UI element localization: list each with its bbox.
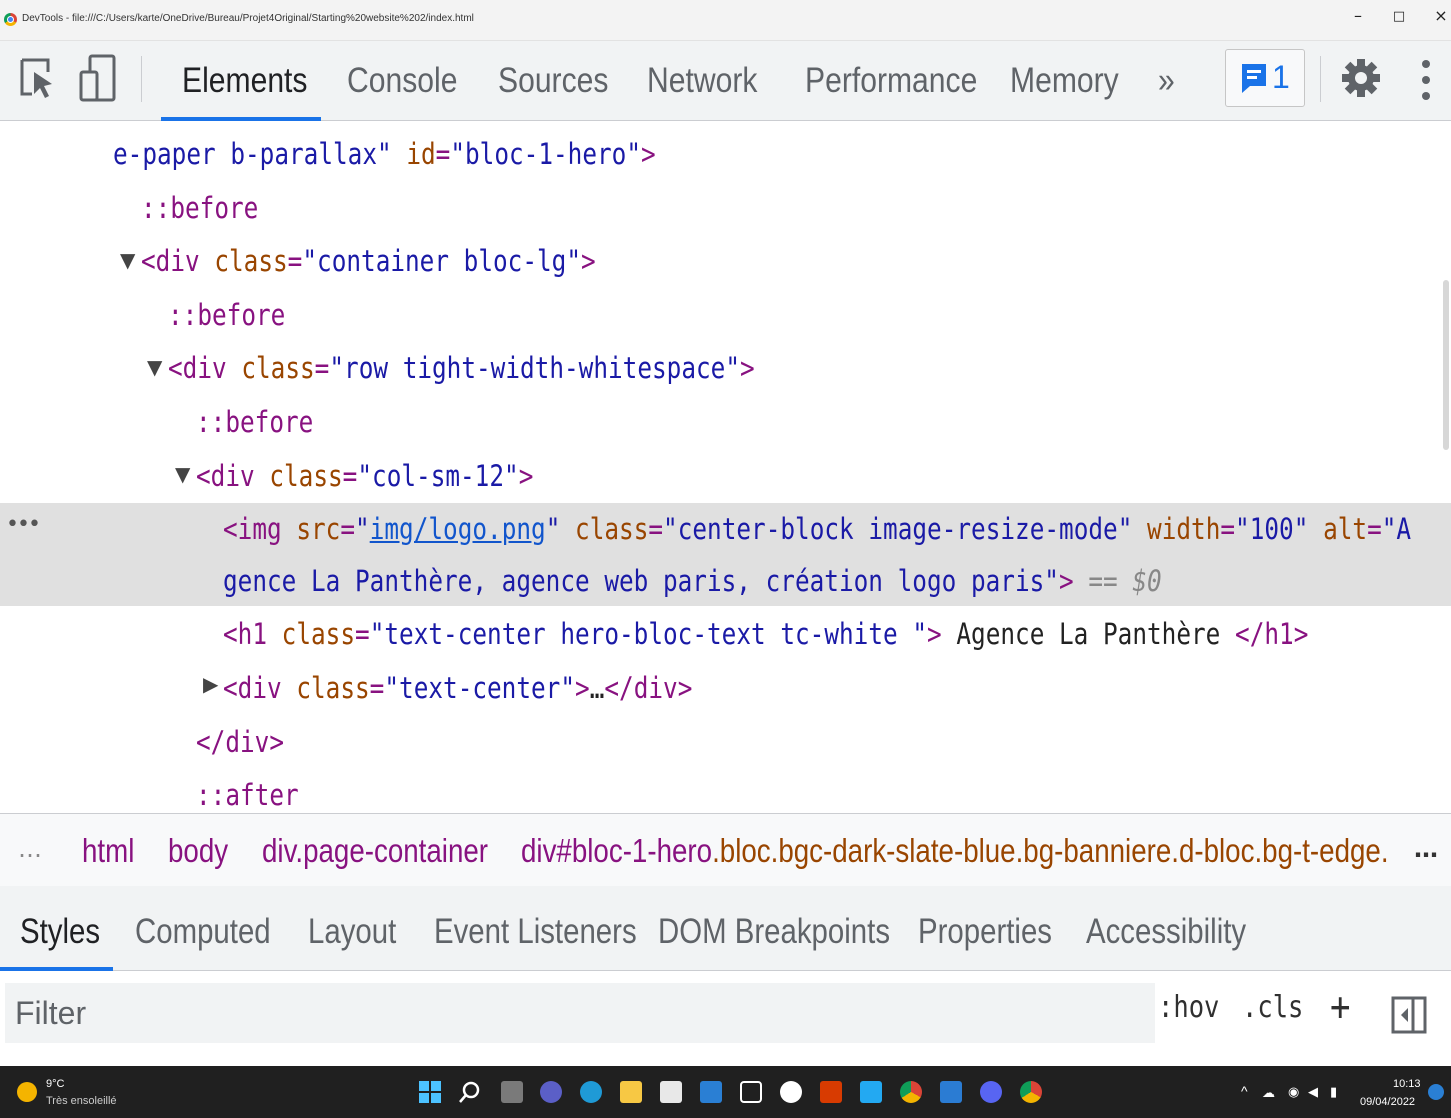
active-tab-indicator bbox=[161, 117, 321, 121]
minimize-button[interactable]: – bbox=[1343, 6, 1373, 25]
clock-date[interactable]: 09/04/2022 bbox=[1360, 1096, 1415, 1108]
windows-start-icon[interactable] bbox=[418, 1080, 442, 1104]
tab-performance[interactable]: Performance bbox=[805, 41, 977, 120]
tab-elements[interactable]: Elements bbox=[182, 41, 307, 120]
selected-node-marker: == $0 bbox=[1088, 564, 1162, 598]
chrome-logo-icon bbox=[4, 13, 17, 26]
inspect-element-icon[interactable] bbox=[18, 54, 58, 104]
onedrive-icon[interactable]: ☁ bbox=[1262, 1085, 1275, 1101]
breadcrumb-item-body[interactable]: body bbox=[168, 813, 228, 885]
tray-chevron-icon[interactable]: ^ bbox=[1241, 1083, 1248, 1099]
img-src-link[interactable]: img/logo.png bbox=[370, 512, 546, 546]
node-actions-icon[interactable]: ••• bbox=[6, 512, 41, 537]
device-toolbar-icon[interactable] bbox=[78, 54, 118, 104]
dom-line-h1[interactable]: <h1 class="text-center hero-bloc-text tc… bbox=[223, 608, 1308, 660]
collapse-triangle-icon[interactable]: ▼ bbox=[175, 462, 190, 486]
tab-computed[interactable]: Computed bbox=[135, 886, 271, 974]
toolbar-divider bbox=[141, 56, 142, 102]
file-explorer-icon[interactable] bbox=[620, 1081, 642, 1103]
tab-layout[interactable]: Layout bbox=[308, 886, 396, 974]
close-button[interactable]: × bbox=[1426, 6, 1451, 25]
tab-dom-breakpoints[interactable]: DOM Breakpoints bbox=[658, 886, 890, 974]
chrome-icon[interactable] bbox=[900, 1081, 922, 1103]
tab-properties[interactable]: Properties bbox=[918, 886, 1052, 974]
dom-line-img-selected[interactable]: <img src="img/logo.png" class="center-bl… bbox=[223, 503, 1411, 555]
task-view-icon[interactable] bbox=[501, 1081, 523, 1103]
collapse-triangle-icon[interactable]: ▼ bbox=[147, 355, 162, 379]
notifications-icon[interactable] bbox=[1428, 1084, 1444, 1100]
maximize-button[interactable]: □ bbox=[1384, 9, 1414, 24]
issues-count: 1 bbox=[1272, 59, 1290, 95]
tab-sources[interactable]: Sources bbox=[498, 41, 608, 120]
weather-desc: Très ensoleillé bbox=[46, 1095, 117, 1107]
dom-line-col[interactable]: <div class="col-sm-12"> bbox=[196, 450, 533, 502]
windows-taskbar bbox=[0, 1066, 1451, 1118]
tab-event-listeners[interactable]: Event Listeners bbox=[434, 886, 637, 974]
toggle-sidebar-icon[interactable] bbox=[1391, 996, 1427, 1034]
dom-line-div-close[interactable]: </div> bbox=[196, 716, 284, 768]
store-icon[interactable] bbox=[660, 1081, 682, 1103]
dom-line-bloc-hero[interactable]: e-paper b-parallax" id="bloc-1-hero"> bbox=[113, 128, 656, 180]
battery-icon[interactable]: ▮ bbox=[1330, 1084, 1337, 1100]
styles-filter-input[interactable] bbox=[5, 983, 1155, 1043]
weather-temp: 9°C bbox=[46, 1078, 65, 1090]
toolbar-divider bbox=[1320, 56, 1321, 102]
tab-accessibility[interactable]: Accessibility bbox=[1086, 886, 1246, 974]
edge-icon[interactable] bbox=[580, 1081, 602, 1103]
breadcrumb-item-bloc-hero[interactable]: div#bloc-1-hero.bloc.bgc-dark-slate-blue… bbox=[521, 813, 1389, 885]
new-style-rule-button[interactable]: + bbox=[1330, 984, 1350, 1030]
window-title: DevTools - file:///C:/Users/karte/OneDri… bbox=[22, 13, 474, 24]
dom-line-row[interactable]: <div class="row tight-width-whitespace"> bbox=[168, 342, 755, 394]
skype-icon[interactable] bbox=[940, 1081, 962, 1103]
wifi-icon[interactable]: ◉ bbox=[1288, 1084, 1299, 1100]
dom-line-text-center[interactable]: <div class="text-center">…</div> bbox=[223, 662, 692, 714]
dropbox-icon[interactable] bbox=[740, 1081, 762, 1103]
tab-console[interactable]: Console bbox=[347, 41, 457, 120]
breadcrumb-overflow-right[interactable]: … bbox=[1414, 835, 1438, 863]
message-icon bbox=[1242, 64, 1266, 93]
collapse-triangle-icon[interactable]: ▼ bbox=[120, 248, 135, 272]
gear-icon[interactable] bbox=[1340, 56, 1382, 100]
tab-network[interactable]: Network bbox=[647, 41, 757, 120]
breadcrumb-item-html[interactable]: html bbox=[82, 813, 134, 885]
more-options-icon[interactable] bbox=[1416, 58, 1436, 102]
breadcrumb-overflow-left[interactable]: … bbox=[18, 835, 42, 863]
hover-state-button[interactable]: :hov bbox=[1158, 990, 1219, 1025]
breadcrumb-item-page-container[interactable]: div.page-container bbox=[262, 813, 488, 885]
chat-icon[interactable] bbox=[540, 1081, 562, 1103]
chrome-devtools-icon[interactable] bbox=[1020, 1081, 1042, 1103]
vscode-icon[interactable] bbox=[860, 1081, 882, 1103]
office-icon[interactable] bbox=[820, 1081, 842, 1103]
dom-line-container[interactable]: <div class="container bloc-lg"> bbox=[141, 235, 596, 287]
tab-memory[interactable]: Memory bbox=[1010, 41, 1119, 120]
expand-triangle-icon[interactable]: ▶ bbox=[203, 672, 218, 696]
clock-time[interactable]: 10:13 bbox=[1393, 1078, 1421, 1090]
tab-styles[interactable]: Styles bbox=[20, 886, 100, 974]
dom-pseudo-before[interactable]: ::before bbox=[141, 182, 258, 234]
github-icon[interactable] bbox=[780, 1081, 802, 1103]
discord-icon[interactable] bbox=[980, 1081, 1002, 1103]
window-titlebar: DevTools - file:///C:/Users/karte/OneDri… bbox=[0, 0, 1451, 41]
more-tabs-button[interactable]: » bbox=[1158, 41, 1175, 120]
search-icon[interactable] bbox=[458, 1080, 482, 1104]
dom-tree-scrollbar[interactable] bbox=[1443, 280, 1449, 450]
volume-icon[interactable]: ◀ bbox=[1308, 1084, 1318, 1100]
dom-pseudo-before[interactable]: ::before bbox=[196, 396, 313, 448]
weather-sun-icon[interactable] bbox=[17, 1082, 37, 1102]
issues-button[interactable]: 1 bbox=[1225, 49, 1305, 107]
mail-icon[interactable] bbox=[700, 1081, 722, 1103]
dom-line-img-cont[interactable]: gence La Panthère, agence web paris, cré… bbox=[223, 555, 1162, 607]
class-toggle-button[interactable]: .cls bbox=[1242, 990, 1303, 1025]
dom-pseudo-before[interactable]: ::before bbox=[168, 289, 285, 341]
